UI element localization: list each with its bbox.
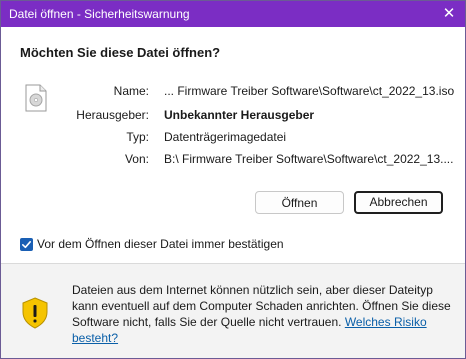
checkmark-icon <box>22 241 31 249</box>
type-value: Datenträgerimagedatei <box>164 130 287 144</box>
cancel-button[interactable]: Abbrechen <box>354 191 443 214</box>
title-bar: Datei öffnen - Sicherheitswarnung ✕ <box>1 1 465 27</box>
from-value: B:\ Firmware Treiber Software\Software\c… <box>164 152 454 166</box>
name-label: Name: <box>113 84 149 98</box>
name-value: ... Firmware Treiber Software\Software\c… <box>164 84 455 98</box>
shield-warning-icon <box>21 297 49 332</box>
security-warning-dialog: Datei öffnen - Sicherheitswarnung ✕ Möch… <box>0 0 466 359</box>
confirm-checkbox[interactable] <box>20 238 33 251</box>
from-label: Von: <box>124 152 149 166</box>
publisher-label: Herausgeber: <box>76 108 149 122</box>
dialog-heading: Möchten Sie diese Datei öffnen? <box>20 45 221 60</box>
type-label: Typ: <box>126 130 149 144</box>
close-icon[interactable]: ✕ <box>433 1 465 27</box>
warning-text-block: Dateien aus dem Internet können nützlich… <box>72 282 460 346</box>
window-title: Datei öffnen - Sicherheitswarnung <box>9 7 190 21</box>
confirm-checkbox-label[interactable]: Vor dem Öffnen dieser Datei immer bestät… <box>37 237 284 251</box>
publisher-value: Unbekannter Herausgeber <box>164 108 315 122</box>
open-button[interactable]: Öffnen <box>255 191 344 214</box>
